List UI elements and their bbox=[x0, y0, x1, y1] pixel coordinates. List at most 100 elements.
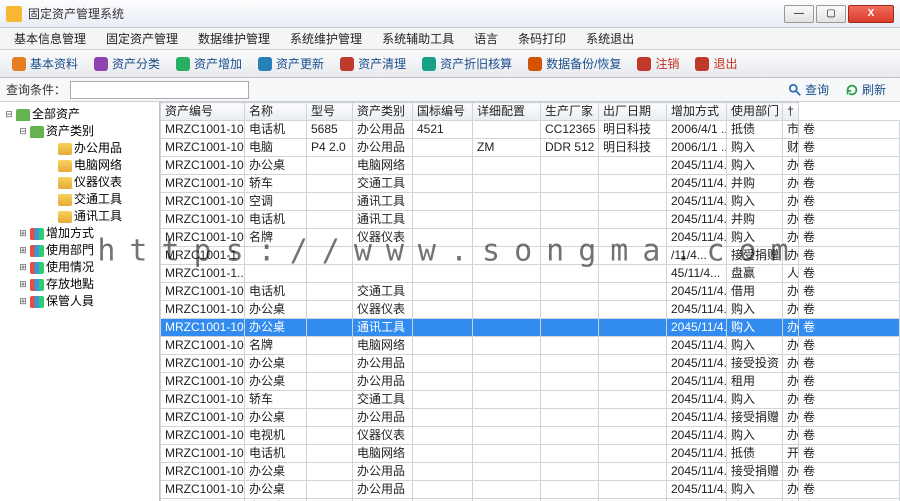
tree-other-item[interactable]: ⊞保管人員 bbox=[16, 293, 157, 310]
table-cell bbox=[307, 301, 353, 319]
column-header[interactable]: 出厂日期 bbox=[599, 103, 667, 121]
table-cell bbox=[599, 193, 667, 211]
table-row[interactable]: MRZC1001-1041办公桌办公用品2045/11/4...租用办公室卷 bbox=[161, 373, 900, 391]
table-row[interactable]: MRZC1001-1036电话机交通工具2045/11/4...借用办公室卷 bbox=[161, 283, 900, 301]
table-row[interactable]: MRZC1001-1038办公桌通讯工具2045/11/4...购入办公室卷 bbox=[161, 319, 900, 337]
table-row[interactable]: MRZC1001-1017电话机5685办公用品4521CC12365明日科技2… bbox=[161, 121, 900, 139]
table-cell: 接受捐赠 bbox=[727, 463, 783, 481]
table-row[interactable]: MRZC1001-1030轿车交通工具2045/11/4...并购办公室卷 bbox=[161, 175, 900, 193]
table-row[interactable]: MRZC1001-1047办公桌办公用品2045/11/4...接受捐赠办公室卷 bbox=[161, 463, 900, 481]
column-header[interactable]: 详细配置 bbox=[473, 103, 541, 121]
table-cell: 市场部 bbox=[783, 121, 799, 139]
menu-item-7[interactable]: 系统退出 bbox=[576, 27, 644, 50]
table-cell: MRZC1001-1048 bbox=[161, 481, 245, 499]
table-row[interactable]: MRZC1001-1032电话机通讯工具2045/11/4...并购办公室卷 bbox=[161, 211, 900, 229]
toolbar-btn-5[interactable]: 资产折旧核算 bbox=[414, 52, 520, 75]
toolbar-btn-6[interactable]: 数据备份/恢复 bbox=[520, 52, 629, 75]
search-icon bbox=[788, 83, 802, 97]
table-cell bbox=[599, 409, 667, 427]
house-icon bbox=[16, 109, 30, 121]
column-header[interactable]: 资产类别 bbox=[353, 103, 413, 121]
toolbar-btn-1[interactable]: 资产分类 bbox=[86, 52, 168, 75]
tree-cat-item[interactable]: 通讯工具 bbox=[44, 208, 157, 225]
column-header[interactable]: 使用部门 bbox=[727, 103, 783, 121]
table-cell bbox=[541, 445, 599, 463]
table-cell bbox=[413, 139, 473, 157]
table-row[interactable]: MRZC1001-1040办公桌办公用品2045/11/4...接受投资办公室卷 bbox=[161, 355, 900, 373]
table-cell bbox=[307, 193, 353, 211]
table-row[interactable]: MRZC1001-1027办公桌电脑网络2045/11/4...购入办公室卷 bbox=[161, 157, 900, 175]
table-cell bbox=[473, 193, 541, 211]
expand-icon: ⊞ bbox=[18, 225, 28, 242]
table-row[interactable]: MRZC1001-1042轿车交通工具2045/11/4...购入办公室卷 bbox=[161, 391, 900, 409]
toolbar-btn-2[interactable]: 资产增加 bbox=[168, 52, 250, 75]
column-header[interactable]: † bbox=[783, 103, 799, 121]
table-row[interactable]: MRZC1001-1033名牌仪器仪表2045/11/4...购入办公室卷 bbox=[161, 229, 900, 247]
table-cell: MRZC1001-1042 bbox=[161, 391, 245, 409]
menu-item-5[interactable]: 语言 bbox=[464, 27, 508, 50]
toolbar-btn-label: 资产增加 bbox=[194, 55, 242, 72]
refresh-button[interactable]: 刷新 bbox=[837, 79, 894, 100]
minimize-button[interactable]: — bbox=[784, 5, 814, 23]
toolbar-btn-label: 基本资料 bbox=[30, 55, 78, 72]
table-cell: 购入 bbox=[727, 481, 783, 499]
table-cell: 交通工具 bbox=[353, 283, 413, 301]
tree-other-item[interactable]: ⊞增加方式 bbox=[16, 225, 157, 242]
tree-cat-item[interactable]: 电脑网络 bbox=[44, 157, 157, 174]
tree-group-category[interactable]: ⊟ 资产类别 bbox=[16, 123, 157, 140]
menu-item-1[interactable]: 固定资产管理 bbox=[96, 27, 188, 50]
table-cell: MRZC1001-1044 bbox=[161, 409, 245, 427]
data-grid[interactable]: 资产编号名称型号资产类别国标编号详细配置生产厂家出厂日期增加方式使用部门† MR… bbox=[160, 102, 900, 501]
column-header[interactable]: 名称 bbox=[245, 103, 307, 121]
query-input[interactable] bbox=[70, 81, 249, 99]
table-cell bbox=[413, 229, 473, 247]
tree-cat-item[interactable]: 办公用品 bbox=[44, 140, 157, 157]
close-button[interactable]: X bbox=[848, 5, 894, 23]
column-header[interactable]: 资产编号 bbox=[161, 103, 245, 121]
table-cell bbox=[413, 355, 473, 373]
table-row[interactable]: MRZC1001-1039名牌电脑网络2045/11/4...购入办公室卷 bbox=[161, 337, 900, 355]
table-row[interactable]: MRZC1001-1/11/4...接受捐赠办公室卷 bbox=[161, 247, 900, 265]
column-header[interactable]: 型号 bbox=[307, 103, 353, 121]
menu-item-3[interactable]: 系统维护管理 bbox=[280, 27, 372, 50]
table-row[interactable]: MRZC1001-1...45/11/4...盘赢人事部卷 bbox=[161, 265, 900, 283]
table-cell: 办公室 bbox=[783, 427, 799, 445]
table-cell: 电脑网络 bbox=[353, 445, 413, 463]
tree-other-item[interactable]: ⊞存放地點 bbox=[16, 276, 157, 293]
menu-item-4[interactable]: 系统辅助工具 bbox=[372, 27, 464, 50]
table-row[interactable]: MRZC1001-1037办公桌仪器仪表2045/11/4...购入办公室卷 bbox=[161, 301, 900, 319]
table-cell bbox=[413, 337, 473, 355]
table-row[interactable]: MRZC1001-1048办公桌办公用品2045/11/4...购入办公室卷 bbox=[161, 481, 900, 499]
toolbar-btn-label: 数据备份/恢复 bbox=[546, 55, 621, 72]
column-header[interactable]: 生产厂家 bbox=[541, 103, 599, 121]
menu-item-0[interactable]: 基本信息管理 bbox=[4, 27, 96, 50]
tree-cat-item[interactable]: 交通工具 bbox=[44, 191, 157, 208]
table-row[interactable]: MRZC1001-1046电话机电脑网络2045/11/4...抵债开发部卷 bbox=[161, 445, 900, 463]
table-cell bbox=[541, 229, 599, 247]
table-cell bbox=[413, 409, 473, 427]
tree-other-item[interactable]: ⊞使用情况 bbox=[16, 259, 157, 276]
toolbar-btn-4[interactable]: 资产清理 bbox=[332, 52, 414, 75]
column-header[interactable]: 增加方式 bbox=[667, 103, 727, 121]
toolbar-btn-3[interactable]: 资产更新 bbox=[250, 52, 332, 75]
cube-icon bbox=[30, 296, 44, 308]
tree-root[interactable]: ⊟ 全部资产 bbox=[2, 106, 157, 123]
table-cell bbox=[413, 211, 473, 229]
table-row[interactable]: MRZC1001-1026电脑P4 2.0办公用品ZMDDR 512 M...明… bbox=[161, 139, 900, 157]
table-row[interactable]: MRZC1001-1045电视机仪器仪表2045/11/4...购入办公室卷 bbox=[161, 427, 900, 445]
menu-item-2[interactable]: 数据维护管理 bbox=[188, 27, 280, 50]
toolbar-btn-7[interactable]: 注销 bbox=[629, 52, 687, 75]
table-row[interactable]: MRZC1001-1044办公桌办公用品2045/11/4...接受捐赠办公室卷 bbox=[161, 409, 900, 427]
maximize-button[interactable]: ▢ bbox=[816, 5, 846, 23]
menu-item-6[interactable]: 条码打印 bbox=[508, 27, 576, 50]
main-area: ⊟ 全部资产 ⊟ 资产类别 办公用品电脑网络仪器仪表交通工具通讯工具 ⊞增加方式… bbox=[0, 102, 900, 501]
tree-cat-item[interactable]: 仪器仪表 bbox=[44, 174, 157, 191]
tree-other-item[interactable]: ⊞使用部門 bbox=[16, 242, 157, 259]
table-cell bbox=[473, 157, 541, 175]
table-row[interactable]: MRZC1001-1031空调通讯工具2045/11/4...购入办公室卷 bbox=[161, 193, 900, 211]
toolbar-btn-8[interactable]: 退出 bbox=[687, 52, 745, 75]
toolbar-btn-0[interactable]: 基本资料 bbox=[4, 52, 86, 75]
table-cell: MRZC1001-1032 bbox=[161, 211, 245, 229]
search-button[interactable]: 查询 bbox=[780, 79, 837, 100]
column-header[interactable]: 国标编号 bbox=[413, 103, 473, 121]
